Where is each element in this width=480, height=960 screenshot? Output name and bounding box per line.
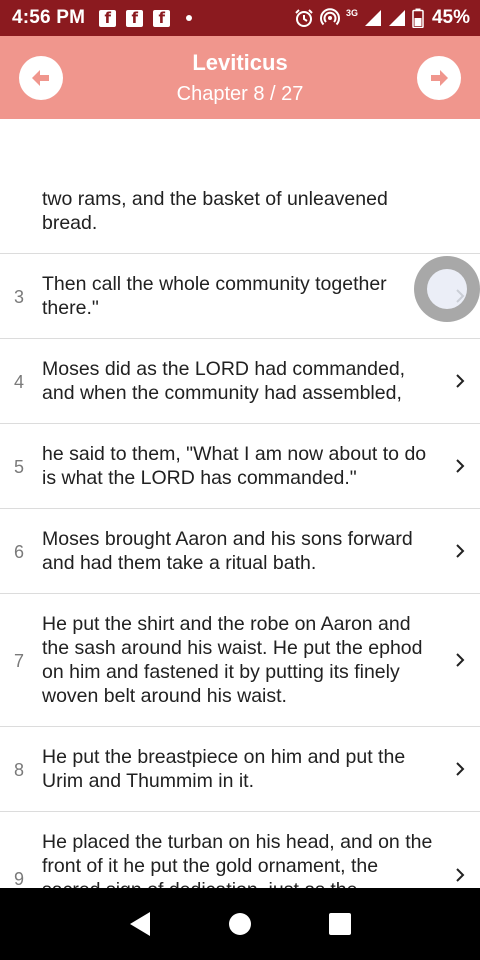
- verse-text: He put the shirt and the robe on Aaron a…: [42, 613, 423, 707]
- network-type-label: 3G: [345, 8, 358, 18]
- battery-percent: 45%: [431, 7, 470, 28]
- alarm-icon: [295, 9, 313, 27]
- verse-row[interactable]: 7 He put the shirt and the robe on Aaron…: [0, 594, 480, 727]
- back-icon[interactable]: [128, 911, 152, 937]
- system-navigation-bar: [0, 888, 480, 960]
- status-bar: 4:56 PM f f f 3G 45%: [0, 0, 480, 36]
- verse-text: He put the breastpiece on him and put th…: [42, 746, 406, 792]
- facebook-icon: f: [126, 9, 144, 27]
- verse-number: 8: [14, 760, 25, 780]
- facebook-icon: f: [99, 9, 117, 27]
- verse-text: two rams, and the basket of unleavened b…: [42, 188, 388, 234]
- hotspot-icon: [319, 8, 340, 26]
- notification-icons: f f f: [99, 9, 193, 27]
- recents-icon[interactable]: [328, 912, 352, 936]
- verse-number: 7: [14, 651, 25, 671]
- signal-icon: [364, 10, 381, 26]
- verse-text: He placed the turban on his head, and on…: [42, 831, 433, 888]
- verse-row[interactable]: two rams, and the basket of unleavened b…: [0, 119, 480, 254]
- system-icons: 3G 45%: [294, 7, 470, 29]
- verse-row[interactable]: 6 Moses brought Aaron and his sons forwa…: [0, 509, 480, 594]
- facebook-icon: f: [153, 9, 171, 27]
- verse-text: he said to them, "What I am now about to…: [42, 443, 427, 489]
- verse-row[interactable]: 5 he said to them, "What I am now about …: [0, 424, 480, 509]
- chapter-indicator: Chapter 8 / 27: [176, 83, 304, 105]
- touch-ripple: [414, 256, 480, 322]
- chevron-right-icon: [456, 374, 465, 388]
- signal-icon-2: [388, 10, 405, 26]
- verse-number: 5: [14, 457, 25, 477]
- chevron-right-icon: [456, 459, 465, 473]
- verse-text: Then call the whole community together t…: [42, 273, 387, 319]
- verse-number: 9: [14, 869, 25, 888]
- book-title: Leviticus: [192, 50, 288, 75]
- touch-ripple-center: [427, 269, 467, 309]
- next-chapter-button[interactable]: [417, 56, 461, 100]
- chevron-right-icon: [456, 653, 465, 667]
- verse-row[interactable]: 9 He placed the turban on his head, and …: [0, 812, 480, 888]
- more-notifications-dot-icon: [186, 15, 193, 21]
- chevron-right-icon: [456, 544, 465, 558]
- chapter-header: Leviticus Chapter 8 / 27: [0, 36, 480, 119]
- battery-icon: [412, 8, 424, 28]
- status-time: 4:56 PM: [12, 7, 86, 28]
- verse-row[interactable]: 8 He put the breastpiece on him and put …: [0, 727, 480, 812]
- verse-row[interactable]: 3 Then call the whole community together…: [0, 254, 480, 339]
- verse-number: 6: [14, 542, 25, 562]
- chevron-right-icon: [456, 868, 465, 882]
- verse-number: 4: [14, 372, 25, 392]
- chevron-right-icon: [456, 762, 465, 776]
- verse-list[interactable]: two rams, and the basket of unleavened b…: [0, 119, 480, 888]
- verse-number: 3: [14, 287, 25, 307]
- verse-row[interactable]: 4 Moses did as the LORD had commanded, a…: [0, 339, 480, 424]
- verse-text: Moses brought Aaron and his sons forward…: [42, 528, 413, 574]
- arrow-right-icon: [431, 70, 448, 86]
- home-icon[interactable]: [228, 912, 252, 936]
- verse-text: Moses did as the LORD had commanded, and…: [42, 358, 406, 404]
